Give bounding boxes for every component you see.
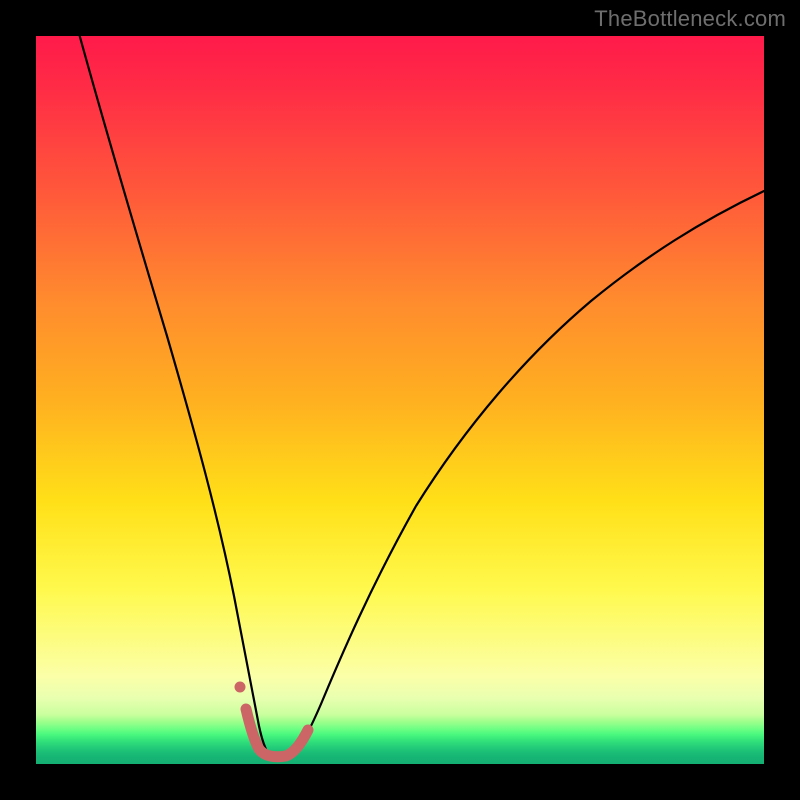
highlight-dot — [235, 682, 246, 693]
main-curve — [80, 36, 764, 758]
chart-frame: TheBottleneck.com — [0, 0, 800, 800]
plot-area — [36, 36, 764, 764]
watermark-text: TheBottleneck.com — [594, 6, 786, 32]
curve-svg — [36, 36, 764, 764]
highlight-segment — [246, 709, 308, 757]
